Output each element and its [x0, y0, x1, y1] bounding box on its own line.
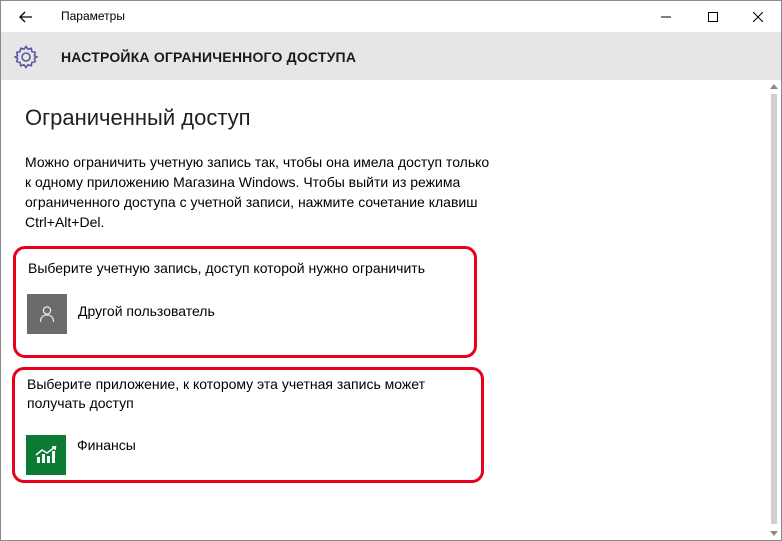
- user-avatar-icon: [39, 305, 55, 323]
- account-section-label: Выберите учетную запись, доступ которой …: [28, 259, 473, 278]
- content-area: Ограниченный доступ Можно ограничить уче…: [1, 80, 767, 540]
- account-section: Выберите учетную запись, доступ которой …: [13, 246, 477, 358]
- close-button[interactable]: [735, 1, 781, 32]
- header-title: НАСТРОЙКА ОГРАНИЧЕННОГО ДОСТУПА: [61, 49, 356, 65]
- account-picker-button[interactable]: [27, 294, 67, 334]
- page-header: НАСТРОЙКА ОГРАНИЧЕННОГО ДОСТУПА: [1, 32, 781, 80]
- back-arrow-icon: [19, 11, 33, 23]
- finance-app-icon: [35, 446, 57, 464]
- app-section-label: Выберите приложение, к которому эта учет…: [27, 375, 472, 413]
- minimize-icon: [661, 12, 671, 22]
- scroll-thumb[interactable]: [771, 94, 777, 524]
- window-title: Параметры: [61, 9, 125, 23]
- vertical-scrollbar[interactable]: [767, 80, 781, 540]
- scroll-up-arrow-icon[interactable]: [770, 84, 778, 89]
- close-icon: [753, 12, 763, 22]
- gear-icon: [13, 44, 39, 70]
- maximize-icon: [708, 12, 718, 22]
- selected-account-name[interactable]: Другой пользователь: [78, 303, 215, 319]
- minimize-button[interactable]: [643, 1, 689, 32]
- app-section: Выберите приложение, к которому эта учет…: [12, 367, 484, 483]
- page-title: Ограниченный доступ: [25, 105, 251, 131]
- maximize-button[interactable]: [690, 1, 736, 32]
- back-button[interactable]: [7, 1, 45, 32]
- settings-window: Параметры НАСТРОЙКА ОГРАНИЧЕННОГО ДОСТУП…: [0, 0, 782, 541]
- page-description: Можно ограничить учетную запись так, что…: [25, 152, 495, 232]
- scroll-down-arrow-icon[interactable]: [770, 531, 778, 536]
- title-bar: Параметры: [1, 1, 781, 32]
- selected-app-name[interactable]: Финансы: [77, 437, 136, 453]
- app-picker-button[interactable]: [26, 435, 66, 475]
